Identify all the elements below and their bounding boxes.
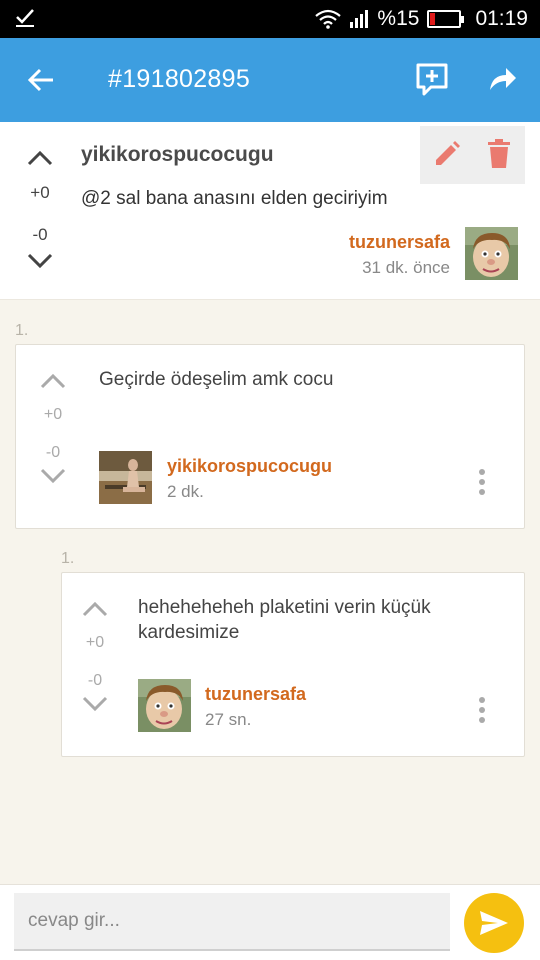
post-username[interactable]: yikikorospucocugu [81,143,274,167]
upvote-count: +0 [85,634,105,651]
clock: 01:19 [475,7,528,30]
battery-icon [427,10,465,28]
send-button[interactable] [464,893,524,953]
comment-text: heheheheheh plaketini verin küçük kardes… [138,597,431,643]
post-time: 31 dk. önce [362,258,450,277]
more-options-icon[interactable] [478,469,486,499]
downvote-icon[interactable] [40,468,66,484]
comment-vote: +0 -0 [70,601,120,717]
avatar[interactable] [138,679,191,732]
post-body: @2 sal bana anasını elden geciriyim [81,188,388,209]
wifi-icon [315,9,342,29]
avatar[interactable] [99,451,152,504]
downvote-count: -0 [87,672,103,689]
downvote-icon[interactable] [27,253,53,269]
comment-index: 1. [61,550,75,567]
post-author[interactable]: tuzunersafa [349,232,450,253]
reply-bar [0,884,540,960]
check-icon [16,9,34,27]
upvote-count: +0 [30,183,50,202]
post-vote: +0 -0 [15,150,65,274]
share-icon[interactable] [488,65,518,93]
comment-index: 1. [15,322,29,339]
comment-text: Geçirde ödeşelim amk cocu [99,369,334,390]
send-icon [480,911,508,935]
downvote-count: -0 [32,225,48,244]
more-options-icon[interactable] [478,697,486,727]
reply-input[interactable] [14,893,450,951]
comment-time: 2 dk. [167,482,204,501]
downvote-icon[interactable] [82,696,108,712]
upvote-icon[interactable] [27,150,53,166]
comment-vote: +0 -0 [28,373,78,489]
upvote-count: +0 [43,406,63,423]
comment-card: +0 -0 heheheheheh plaketini verin küçük … [61,572,525,757]
avatar[interactable] [465,227,518,280]
comment-card: +0 -0 Geçirde ödeşelim amk cocu yikikoro… [15,344,525,529]
page-title: #191802895 [108,65,251,93]
upvote-icon[interactable] [82,601,108,617]
comment-author[interactable]: yikikorospucocugu [167,456,332,477]
battery-percent: %15 [377,7,420,30]
comment-author[interactable]: tuzunersafa [205,684,306,705]
status-bar: %15 01:19 [0,0,540,38]
post-actions [420,126,525,184]
delete-icon[interactable] [486,138,512,170]
upvote-icon[interactable] [40,373,66,389]
signal-icon [350,10,369,28]
back-arrow-icon[interactable] [26,65,56,95]
comment-time: 27 sn. [205,710,252,729]
app-bar: #191802895 [0,38,540,122]
downvote-count: -0 [45,444,61,461]
edit-icon[interactable] [432,139,462,169]
add-comment-icon[interactable] [415,62,449,96]
